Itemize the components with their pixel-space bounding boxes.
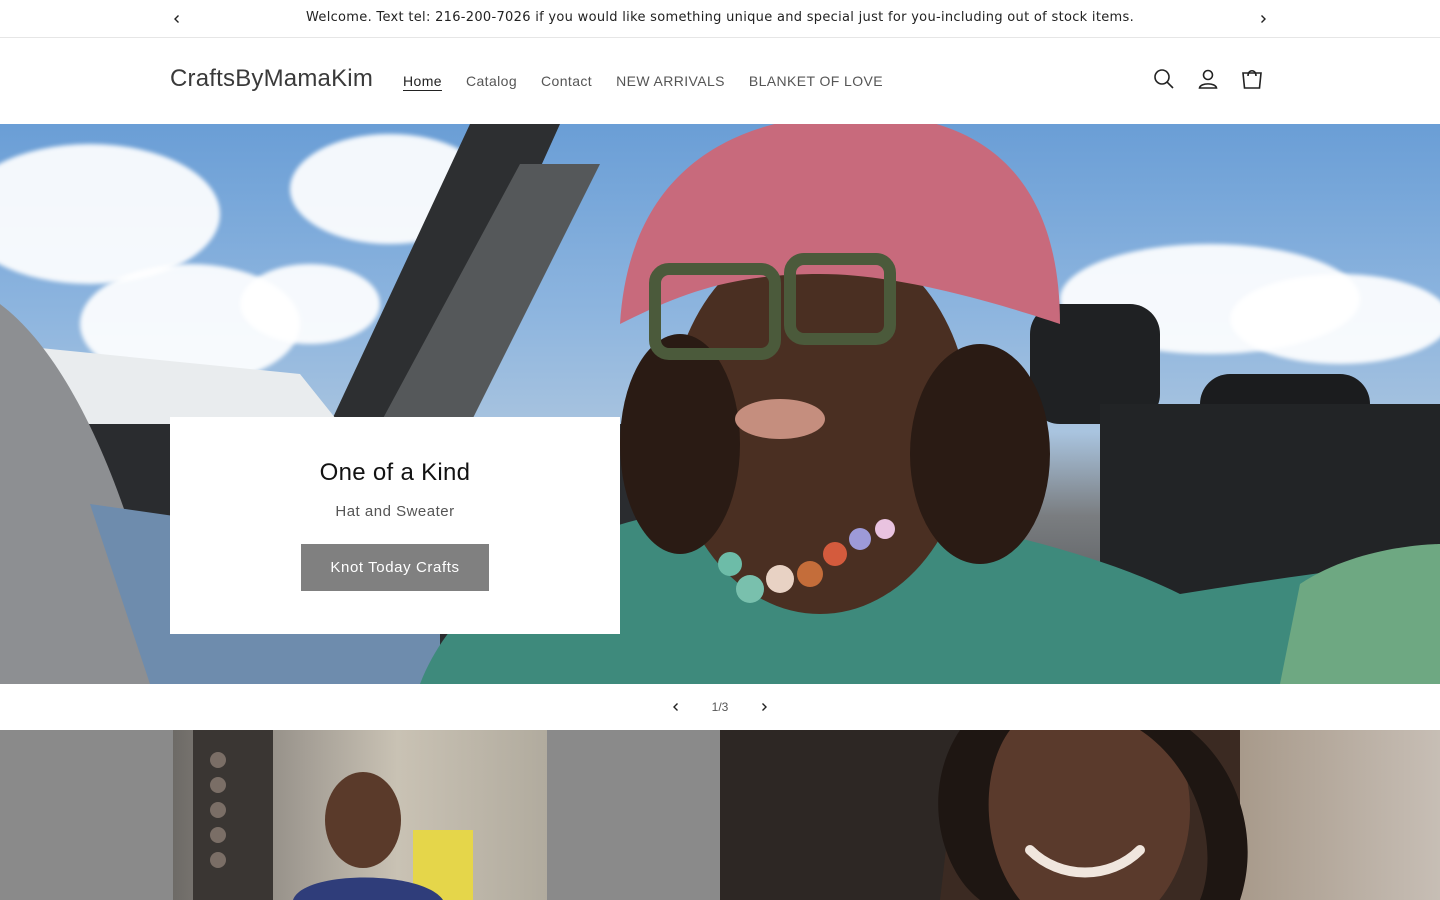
announcement-text: Welcome. Text tel: 216-200-7026 if you w… <box>306 10 1134 25</box>
nav-item-blanket-of-love[interactable]: BLANKET OF LOVE <box>737 69 895 93</box>
site-header: CraftsByMamaKim Home Catalog Contact NEW… <box>0 39 1440 124</box>
announcement-next-button[interactable] <box>1253 9 1273 29</box>
hero-title: One of a Kind <box>319 459 471 486</box>
nav-item-catalog[interactable]: Catalog <box>454 69 529 93</box>
chevron-right-icon <box>762 703 767 711</box>
image-tile-left-photo <box>173 730 547 900</box>
image-tile-left[interactable] <box>0 730 720 900</box>
chevron-right-icon <box>1261 15 1266 23</box>
account-button[interactable] <box>1196 67 1220 91</box>
nav-item-contact[interactable]: Contact <box>529 69 604 93</box>
hero-subtitle: Hat and Sweater <box>335 503 455 520</box>
hero-cta-button[interactable]: Knot Today Crafts <box>301 544 489 591</box>
hero-content-box: One of a Kind Hat and Sweater Knot Today… <box>170 417 620 634</box>
slide-counter-total: 3 <box>721 700 729 714</box>
search-button[interactable] <box>1152 67 1176 91</box>
cart-button[interactable] <box>1240 67 1264 91</box>
chevron-left-icon <box>673 703 678 711</box>
tile-right-scene <box>720 730 1248 900</box>
main-nav: Home Catalog Contact NEW ARRIVALS BLANKE… <box>391 69 895 93</box>
account-icon <box>1198 69 1218 89</box>
nav-item-new-arrivals[interactable]: NEW ARRIVALS <box>604 69 737 93</box>
slide-prev-button[interactable] <box>654 685 698 729</box>
hero-slideshow: One of a Kind Hat and Sweater Knot Today… <box>0 124 1440 684</box>
nav-item-home[interactable]: Home <box>391 69 454 93</box>
tile-left-scene <box>193 730 473 900</box>
cart-icon <box>1242 69 1262 89</box>
slide-counter: 1/3 <box>698 700 742 714</box>
slideshow-controls: 1/3 <box>0 684 1440 730</box>
search-icon <box>1154 69 1174 89</box>
announcement-bar: Welcome. Text tel: 216-200-7026 if you w… <box>0 0 1440 38</box>
site-logo[interactable]: CraftsByMamaKim <box>170 65 373 93</box>
image-grid <box>0 730 1440 900</box>
image-tile-right[interactable] <box>720 730 1440 900</box>
slide-next-button[interactable] <box>742 685 786 729</box>
